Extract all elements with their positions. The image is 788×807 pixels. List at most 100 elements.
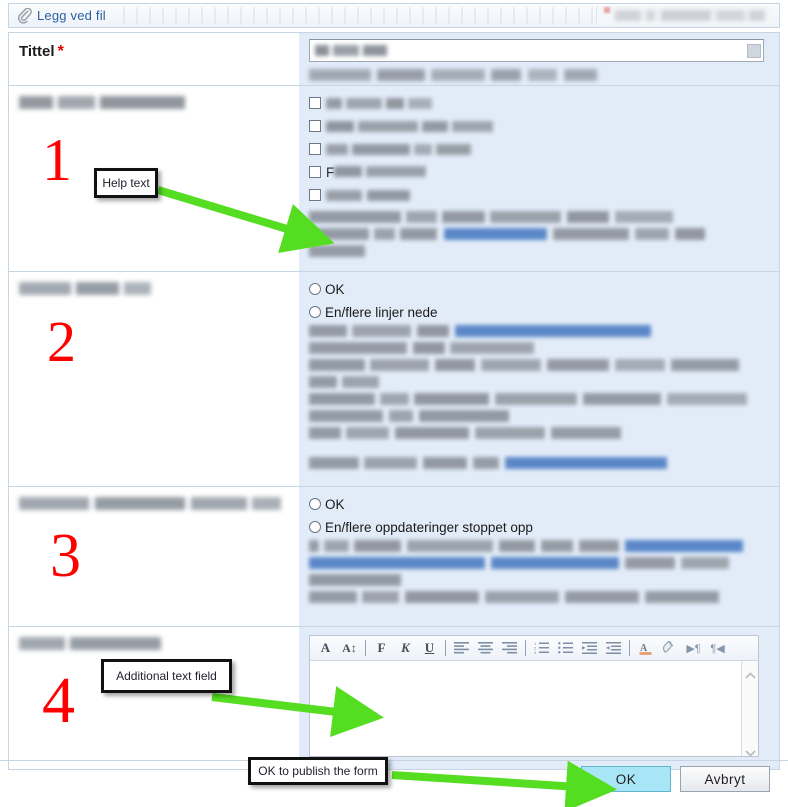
radio-label: OK <box>325 281 345 297</box>
unordered-list-icon[interactable] <box>554 638 577 659</box>
scroll-down-icon[interactable] <box>744 744 756 757</box>
redacted-option-label <box>326 120 493 132</box>
label-cell-section4 <box>9 627 299 769</box>
font-family-icon[interactable]: A <box>314 638 337 659</box>
checkbox-option-4[interactable]: F <box>309 164 769 180</box>
checkbox-option-3[interactable] <box>309 142 769 156</box>
redacted-line-with-link <box>309 228 705 240</box>
checkbox-icon[interactable] <box>309 143 321 155</box>
redacted-option-label <box>326 143 471 155</box>
redacted-line-with-link <box>309 457 667 469</box>
label-cell-section1 <box>9 86 299 271</box>
editor-scrollbar[interactable] <box>741 661 758 757</box>
checkbox-icon[interactable] <box>309 189 321 201</box>
field-cell-section4: A A↕ F K U 1 2 3 A ▶¶ ¶◀ <box>299 627 779 769</box>
align-right-icon[interactable] <box>498 638 521 659</box>
radio-option-updates-stopped[interactable]: En/flere oppdateringer stoppet opp <box>309 520 769 535</box>
redacted-line <box>309 591 719 603</box>
outdent-icon[interactable] <box>602 638 625 659</box>
underline-icon[interactable]: U <box>418 638 441 659</box>
radio-icon[interactable] <box>309 283 321 295</box>
font-size-icon[interactable]: A↕ <box>338 638 361 659</box>
radio-icon[interactable] <box>309 306 321 318</box>
redacted-line <box>309 393 747 405</box>
ordered-list-icon[interactable]: 1 2 3 <box>530 638 553 659</box>
redacted-line-with-link <box>309 540 743 552</box>
redacted-line <box>309 359 739 371</box>
redacted-line <box>309 245 365 257</box>
redacted-option-label <box>326 97 432 109</box>
attach-file-dropzone[interactable] <box>111 6 596 25</box>
dialog-footer: OK Avbryt <box>8 766 780 792</box>
redacted-option-label <box>326 189 410 201</box>
align-center-icon[interactable] <box>474 638 497 659</box>
option-label-fragment: F <box>326 164 335 180</box>
form-row-section2: OK En/flere linjer nede <box>9 272 779 487</box>
field-cell-section1: F <box>299 86 779 271</box>
checkbox-option-2[interactable] <box>309 119 769 133</box>
ltr-direction-icon[interactable]: ▶¶ <box>682 638 705 659</box>
redacted-label <box>19 637 161 650</box>
radio-option-lines-down[interactable]: En/flere linjer nede <box>309 304 769 320</box>
rich-text-editor[interactable]: A A↕ F K U 1 2 3 A ▶¶ ¶◀ <box>309 635 759 757</box>
svg-text:3: 3 <box>534 650 537 654</box>
checkbox-icon[interactable] <box>309 166 321 178</box>
checkbox-icon[interactable] <box>309 120 321 132</box>
ok-button[interactable]: OK <box>581 766 671 792</box>
attach-file-bar: Legg ved fil <box>8 3 780 28</box>
radio-option-ok[interactable]: OK <box>309 281 769 297</box>
tittel-input[interactable] <box>309 39 764 62</box>
indent-icon[interactable] <box>578 638 601 659</box>
redacted-line <box>309 376 379 388</box>
field-cell-section2: OK En/flere linjer nede <box>299 272 779 486</box>
radio-icon[interactable] <box>309 521 321 533</box>
cancel-button[interactable]: Avbryt <box>680 766 770 792</box>
bold-icon[interactable]: F <box>370 638 393 659</box>
help-text-paragraph-2 <box>309 325 769 469</box>
align-left-icon[interactable] <box>450 638 473 659</box>
checkbox-option-1[interactable] <box>309 96 769 110</box>
help-text-paragraph-3 <box>309 540 769 603</box>
redacted-line <box>309 574 401 586</box>
radio-label: En/flere linjer nede <box>325 304 438 320</box>
field-cell-section3: OK En/flere oppdateringer stoppet opp <box>299 487 779 626</box>
required-asterisk-icon <box>604 7 610 13</box>
form-row-section3: OK En/flere oppdateringer stoppet opp <box>9 487 779 627</box>
attach-file-label[interactable]: Legg ved fil <box>37 8 106 23</box>
picker-button-icon[interactable] <box>747 44 761 58</box>
redacted-label <box>19 497 281 510</box>
redacted-text <box>615 10 765 21</box>
radio-label: OK <box>325 496 345 512</box>
radio-option-ok-2[interactable]: OK <box>309 496 769 512</box>
toolbar-separator <box>365 640 366 656</box>
checkbox-icon[interactable] <box>309 97 321 109</box>
footer-divider <box>0 760 788 761</box>
editor-toolbar: A A↕ F K U 1 2 3 A ▶¶ ¶◀ <box>310 636 758 661</box>
field-cell-tittel <box>299 33 779 85</box>
rtl-direction-icon[interactable]: ¶◀ <box>706 638 729 659</box>
redacted-input-value <box>315 45 387 56</box>
highlight-color-icon[interactable] <box>658 638 681 659</box>
toolbar-separator <box>445 640 446 656</box>
text-color-icon[interactable]: A <box>634 638 657 659</box>
redacted-label <box>19 96 185 109</box>
form-row-section4: A A↕ F K U 1 2 3 A ▶¶ ¶◀ <box>9 627 779 770</box>
form-row-section1: F <box>9 86 779 272</box>
editor-content-area[interactable] <box>310 661 741 756</box>
checkbox-option-5[interactable] <box>309 188 769 202</box>
label-cell-section3 <box>9 487 299 626</box>
redacted-line <box>309 410 509 422</box>
attach-required-note <box>596 6 774 25</box>
help-text-paragraph-1 <box>309 211 769 257</box>
redacted-help-text <box>309 69 597 81</box>
required-asterisk-icon: * <box>57 43 64 60</box>
radio-icon[interactable] <box>309 498 321 510</box>
italic-icon[interactable]: K <box>394 638 417 659</box>
redacted-label <box>19 282 151 295</box>
redacted-line-with-link <box>309 325 651 337</box>
editor-body <box>310 661 758 757</box>
toolbar-separator <box>629 640 630 656</box>
form-table: Tittel * F OK En/flere linjer nede OK En… <box>8 32 780 770</box>
scroll-up-icon[interactable] <box>744 666 756 679</box>
